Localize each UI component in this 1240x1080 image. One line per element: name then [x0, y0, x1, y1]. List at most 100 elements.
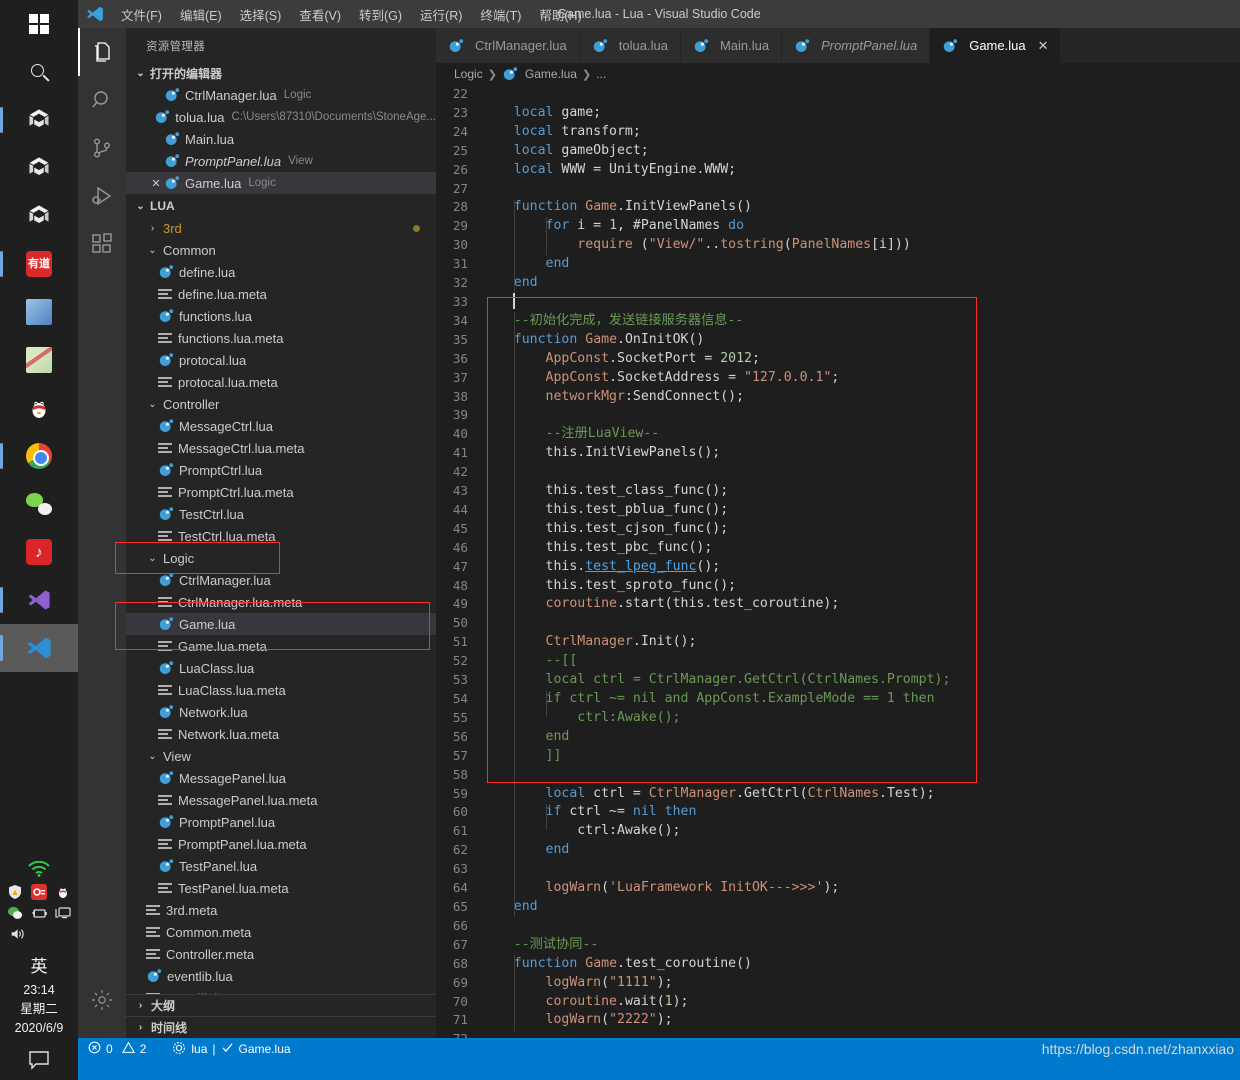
search-icon[interactable]: [78, 76, 126, 124]
tree-file[interactable]: eventlib.lua.meta: [126, 987, 436, 994]
editor-tab[interactable]: Game.lua ✕: [930, 28, 1062, 63]
tree-file[interactable]: CtrlManager.lua: [126, 569, 436, 591]
tree-folder[interactable]: ⌄ Common: [126, 239, 436, 261]
menu-item-0[interactable]: 文件(F): [112, 2, 171, 27]
close-icon[interactable]: ✕: [148, 177, 164, 190]
open-editor-item[interactable]: CtrlManager.lua Logic: [126, 84, 436, 106]
tree-file[interactable]: Game.lua: [126, 613, 436, 635]
wechat-icon[interactable]: [0, 480, 78, 528]
tree-file[interactable]: PromptPanel.lua: [126, 811, 436, 833]
editor-tab[interactable]: Main.lua: [680, 28, 783, 63]
netease-music-icon[interactable]: ♪: [0, 528, 78, 576]
menu-item-2[interactable]: 选择(S): [231, 2, 291, 27]
editor-tab[interactable]: PromptPanel.lua: [782, 28, 931, 63]
title-bar: 文件(F) 编辑(E) 选择(S) 查看(V) 转到(G) 运行(R) 终端(T) 帮助(H)…: [78, 0, 1240, 28]
open-editors-header[interactable]: ⌄ 打开的编辑器: [126, 62, 436, 84]
breadcrumb-item[interactable]: Logic: [454, 67, 483, 81]
editor-tab[interactable]: CtrlManager.lua: [436, 28, 580, 63]
ime-indicator[interactable]: 英: [0, 944, 78, 981]
close-icon[interactable]: ✕: [1038, 38, 1049, 54]
extensions-icon[interactable]: [78, 220, 126, 268]
breadcrumb-item[interactable]: ...: [596, 67, 606, 81]
tree-file[interactable]: MessagePanel.lua: [126, 767, 436, 789]
menu-item-7[interactable]: 帮助(H): [530, 2, 590, 27]
open-editor-item[interactable]: PromptPanel.lua View: [126, 150, 436, 172]
menu-item-4[interactable]: 转到(G): [350, 2, 411, 27]
tree-file[interactable]: MessagePanel.lua.meta: [126, 789, 436, 811]
editor-tab[interactable]: tolua.lua: [579, 28, 681, 63]
language-status[interactable]: lua | Game.lua: [172, 1041, 291, 1058]
line-number: 35: [452, 331, 468, 347]
action-center-icon[interactable]: [0, 1044, 78, 1080]
volume-icon[interactable]: [10, 925, 27, 942]
explorer-icon[interactable]: [78, 28, 126, 76]
tree-file[interactable]: 3rd.meta: [126, 899, 436, 921]
code-editor[interactable]: 22 23 local game; 24 local transform; 25 lo…: [436, 85, 1240, 1038]
windows-start-icon[interactable]: [0, 0, 78, 48]
tree-file[interactable]: CtrlManager.lua.meta: [126, 591, 436, 613]
tree-file[interactable]: MessageCtrl.lua: [126, 415, 436, 437]
code-token: --[[: [545, 653, 578, 669]
open-editor-item[interactable]: Main.lua: [126, 128, 436, 150]
open-editor-item[interactable]: tolua.lua C:\Users\87310\Documents\StoneA…: [126, 106, 436, 128]
tree-folder[interactable]: ⌄ Controller: [126, 393, 436, 415]
youdao-dict-icon[interactable]: 有道: [0, 240, 78, 288]
tree-file[interactable]: TestCtrl.lua.meta: [126, 525, 436, 547]
screen-recorder-icon[interactable]: [31, 883, 48, 900]
security-shield-icon[interactable]: [7, 883, 24, 900]
collapsed-panel[interactable]: › 时间线: [126, 1016, 436, 1038]
run-debug-icon[interactable]: [78, 172, 126, 220]
tree-file[interactable]: Controller.meta: [126, 943, 436, 965]
map-app-icon[interactable]: [0, 336, 78, 384]
tree-file[interactable]: functions.lua: [126, 305, 436, 327]
breadcrumb-item[interactable]: Game.lua: [525, 67, 577, 81]
tree-file[interactable]: LuaClass.lua: [126, 657, 436, 679]
menu-item-1[interactable]: 编辑(E): [171, 2, 231, 27]
vscode-icon[interactable]: [0, 624, 78, 672]
source-control-icon[interactable]: [78, 124, 126, 172]
tree-file[interactable]: Game.lua.meta: [126, 635, 436, 657]
unity-icon-3[interactable]: [0, 192, 78, 240]
tree-file[interactable]: protocal.lua.meta: [126, 371, 436, 393]
tree-file[interactable]: LuaClass.lua.meta: [126, 679, 436, 701]
qq-icon[interactable]: [0, 384, 78, 432]
wifi-icon[interactable]: [0, 855, 78, 881]
unity-icon-1[interactable]: [0, 96, 78, 144]
menu-item-6[interactable]: 终端(T): [471, 2, 530, 27]
tree-file[interactable]: define.lua.meta: [126, 283, 436, 305]
tree-file[interactable]: Common.meta: [126, 921, 436, 943]
tree-file[interactable]: eventlib.lua: [126, 965, 436, 987]
tree-file[interactable]: TestCtrl.lua: [126, 503, 436, 525]
tree-file[interactable]: functions.lua.meta: [126, 327, 436, 349]
battery-icon[interactable]: [31, 904, 48, 921]
chrome-icon[interactable]: [0, 432, 78, 480]
qq-tray-icon[interactable]: [55, 883, 72, 900]
gear-icon[interactable]: [78, 976, 126, 1024]
network-display-icon[interactable]: [54, 904, 72, 921]
menu-item-5[interactable]: 运行(R): [411, 2, 471, 27]
clock[interactable]: 23:14 星期二 2020/6/9: [0, 981, 78, 1044]
tree-file[interactable]: Network.lua: [126, 701, 436, 723]
menu-item-3[interactable]: 查看(V): [290, 2, 350, 27]
tree-file[interactable]: PromptPanel.lua.meta: [126, 833, 436, 855]
tree-file[interactable]: TestPanel.lua: [126, 855, 436, 877]
search-icon[interactable]: [0, 48, 78, 96]
open-editor-item[interactable]: ✕ Game.lua Logic: [126, 172, 436, 194]
tree-folder[interactable]: ⌄ View: [126, 745, 436, 767]
tree-file[interactable]: PromptCtrl.lua.meta: [126, 481, 436, 503]
tree-file[interactable]: PromptCtrl.lua: [126, 459, 436, 481]
tree-file[interactable]: Network.lua.meta: [126, 723, 436, 745]
tree-file[interactable]: MessageCtrl.lua.meta: [126, 437, 436, 459]
wechat-tray-icon[interactable]: [7, 904, 24, 921]
unity-icon-2[interactable]: [0, 144, 78, 192]
office-document-icon[interactable]: [0, 288, 78, 336]
workspace-header[interactable]: ⌄ LUA: [126, 195, 436, 217]
visual-studio-icon[interactable]: [0, 576, 78, 624]
tree-file[interactable]: TestPanel.lua.meta: [126, 877, 436, 899]
tree-file[interactable]: protocal.lua: [126, 349, 436, 371]
tree-folder[interactable]: › 3rd: [126, 217, 436, 239]
tree-file[interactable]: define.lua: [126, 261, 436, 283]
collapsed-panel[interactable]: › 大纲: [126, 994, 436, 1016]
problems-status[interactable]: 0 2: [88, 1041, 146, 1057]
tree-folder[interactable]: ⌄ Logic: [126, 547, 436, 569]
